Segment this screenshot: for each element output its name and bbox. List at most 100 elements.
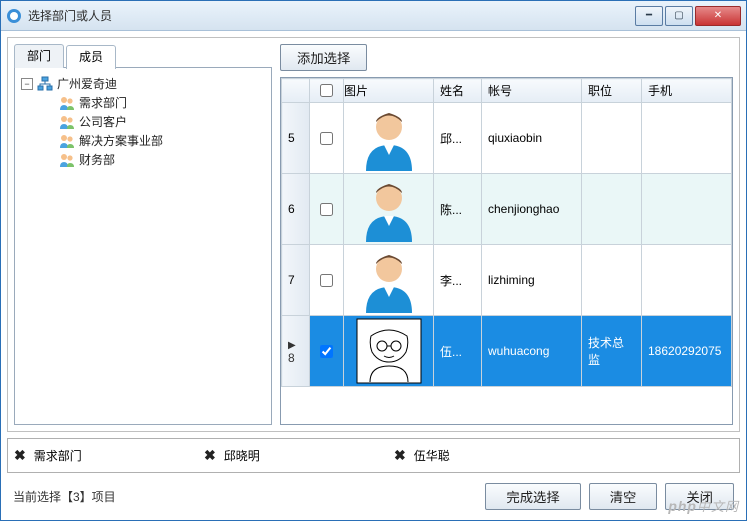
cell-position	[582, 103, 642, 174]
row-header: 7	[282, 245, 310, 316]
selection-summary-box: ✖ 需求部门 ✖ 邱晓明 ✖伍华聪	[7, 438, 740, 473]
members-grid: 图片 姓名 帐号 职位 手机 5 邱... qiuxiaobin	[280, 77, 733, 425]
table-row[interactable]: 7 李... lizhiming	[282, 245, 732, 316]
avatar	[344, 103, 433, 173]
dialog-window: 选择部门或人员 ━ ▢ ✕ 部门 成员 −	[0, 0, 747, 521]
tree-node-label: 广州爱奇迪	[57, 75, 117, 92]
chosen-item: ✖伍华聪	[394, 447, 544, 464]
cell-name: 李...	[434, 245, 482, 316]
tree-leaf-spacer	[43, 154, 55, 166]
add-selection-button[interactable]: 添加选择	[280, 44, 367, 71]
window-controls: ━ ▢ ✕	[635, 6, 741, 26]
tree-leaf-spacer	[43, 116, 55, 128]
chosen-label: 需求部门	[34, 447, 82, 464]
org-icon	[37, 76, 53, 92]
client-area: 部门 成员 − 广州爱奇迪	[1, 31, 746, 520]
tree-child-node[interactable]: 公司客户	[43, 112, 265, 131]
remove-chosen-icon[interactable]: ✖	[204, 447, 216, 464]
avatar	[344, 316, 433, 386]
col-account[interactable]: 帐号	[482, 79, 582, 103]
titlebar: 选择部门或人员 ━ ▢ ✕	[1, 1, 746, 31]
cell-position	[582, 245, 642, 316]
dialog-close-button[interactable]: 关闭	[665, 483, 734, 510]
row-checkbox-cell[interactable]	[310, 103, 344, 174]
cell-pic	[344, 174, 434, 245]
minimize-button[interactable]: ━	[635, 6, 663, 26]
grid-scroll[interactable]: 图片 姓名 帐号 职位 手机 5 邱... qiuxiaobin	[281, 78, 732, 424]
tree-root-node[interactable]: − 广州爱奇迪	[21, 74, 265, 93]
col-pic[interactable]: 图片	[344, 79, 434, 103]
tree-child-node[interactable]: 需求部门	[43, 93, 265, 112]
grid-header-row: 图片 姓名 帐号 职位 手机	[282, 79, 732, 103]
tree-node-label: 解决方案事业部	[79, 132, 163, 149]
right-panel: 添加选择 图片 姓名 帐号 职位	[280, 44, 733, 425]
cell-account: wuhuacong	[482, 316, 582, 387]
row-header: 5	[282, 103, 310, 174]
tree-view[interactable]: − 广州爱奇迪 需求部门 公司客户	[14, 67, 272, 425]
cell-pic	[344, 103, 434, 174]
chosen-item: ✖ 邱晓明	[204, 447, 354, 464]
people-icon	[59, 95, 75, 111]
row-checkbox[interactable]	[320, 345, 333, 358]
row-checkbox-cell[interactable]	[310, 245, 344, 316]
tab-strip: 部门 成员	[14, 44, 272, 68]
cell-name: 伍...	[434, 316, 482, 387]
cell-name: 陈...	[434, 174, 482, 245]
cell-phone	[642, 174, 732, 245]
tab-dept[interactable]: 部门	[14, 44, 64, 68]
row-checkbox[interactable]	[320, 203, 333, 216]
table-row[interactable]: ▶ 8 伍... wuhuacong 技术总监 18620292075	[282, 316, 732, 387]
tree-child-node[interactable]: 解决方案事业部	[43, 131, 265, 150]
tab-member[interactable]: 成员	[66, 45, 116, 69]
row-header: ▶ 8	[282, 316, 310, 387]
status-text: 当前选择【3】项目	[13, 488, 477, 505]
checkbox-col-header[interactable]	[310, 79, 344, 103]
app-icon	[6, 8, 22, 24]
chosen-label: 邱晓明	[224, 447, 260, 464]
row-checkbox[interactable]	[320, 274, 333, 287]
clear-button[interactable]: 清空	[589, 483, 658, 510]
finish-button[interactable]: 完成选择	[485, 483, 580, 510]
remove-chosen-icon[interactable]: ✖	[394, 447, 406, 464]
tree-node-label: 财务部	[79, 151, 115, 168]
tree-leaf-spacer	[43, 97, 55, 109]
avatar	[344, 174, 433, 244]
chosen-item: ✖ 需求部门	[14, 447, 164, 464]
people-icon	[59, 152, 75, 168]
table-row[interactable]: 5 邱... qiuxiaobin	[282, 103, 732, 174]
cell-account: qiuxiaobin	[482, 103, 582, 174]
window-title: 选择部门或人员	[28, 7, 635, 24]
row-checkbox-cell[interactable]	[310, 174, 344, 245]
maximize-button[interactable]: ▢	[665, 6, 693, 26]
cell-phone: 18620292075	[642, 316, 732, 387]
expand-toggle-icon[interactable]: −	[21, 78, 33, 90]
tree-node-label: 需求部门	[79, 94, 127, 111]
col-position[interactable]: 职位	[582, 79, 642, 103]
cell-phone	[642, 245, 732, 316]
people-icon	[59, 133, 75, 149]
cell-name: 邱...	[434, 103, 482, 174]
row-checkbox-cell[interactable]	[310, 316, 344, 387]
row-header: 6	[282, 174, 310, 245]
avatar	[344, 245, 433, 315]
tree-leaf-spacer	[43, 135, 55, 147]
left-panel: 部门 成员 − 广州爱奇迪	[14, 44, 272, 425]
col-name[interactable]: 姓名	[434, 79, 482, 103]
col-phone[interactable]: 手机	[642, 79, 732, 103]
table-row[interactable]: 6 陈... chenjionghao	[282, 174, 732, 245]
footer-bar: 当前选择【3】项目 完成选择 清空 关闭	[7, 479, 740, 514]
cell-pic	[344, 245, 434, 316]
tree-node-label: 公司客户	[79, 113, 127, 130]
remove-chosen-icon[interactable]: ✖	[14, 447, 26, 464]
people-icon	[59, 114, 75, 130]
select-all-checkbox[interactable]	[320, 84, 333, 97]
close-window-button[interactable]: ✕	[695, 6, 741, 26]
cell-phone	[642, 103, 732, 174]
cell-account: lizhiming	[482, 245, 582, 316]
main-split: 部门 成员 − 广州爱奇迪	[7, 37, 740, 432]
cell-account: chenjionghao	[482, 174, 582, 245]
row-checkbox[interactable]	[320, 132, 333, 145]
cell-position: 技术总监	[582, 316, 642, 387]
tree-child-node[interactable]: 财务部	[43, 150, 265, 169]
cell-pic	[344, 316, 434, 387]
